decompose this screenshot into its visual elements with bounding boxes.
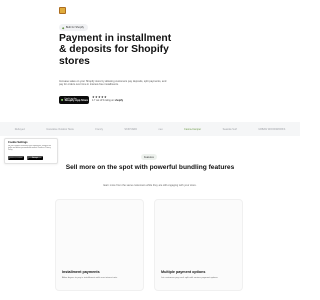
app-rating: ★★★★★ 4.7 out of 5 rating on shopify bbox=[92, 96, 123, 103]
rating-caption: 4.7 out of 5 rating on shopify bbox=[92, 99, 123, 102]
partner-logo: Rebuyed bbox=[14, 127, 25, 131]
features-badge: Features bbox=[141, 154, 157, 160]
shopify-wordmark: shopify bbox=[114, 99, 124, 102]
badge-label: Built for Shopify bbox=[65, 26, 84, 29]
partner-logo: Seaside Surf bbox=[222, 127, 237, 131]
partner-logos-band: Rebuyed Innovative Outdoor Store Frenzy … bbox=[0, 122, 300, 136]
partner-logo: Frenzy bbox=[95, 127, 103, 131]
brand-logo[interactable] bbox=[59, 7, 66, 14]
features-title: Sell more on the spot with powerful bund… bbox=[65, 164, 235, 171]
shopify-bag-icon: ◆ bbox=[62, 25, 65, 30]
partner-logo: Canna-Camper bbox=[184, 127, 202, 131]
rating-caption-text: 4.7 out of 5 rating on bbox=[92, 99, 114, 102]
feature-card-payment-options: Multiple payment options Let customers p… bbox=[154, 199, 243, 291]
partner-logo: Innovative Outdoor Store bbox=[46, 127, 74, 131]
feature-card-description: Allow buyers to pay in installments with… bbox=[62, 277, 118, 279]
store-button-text: Find it on the Shopify App Store bbox=[65, 98, 88, 103]
hero-title: Payment in installment & deposits for Sh… bbox=[59, 33, 172, 67]
cookie-accept-button[interactable]: Accept bbox=[27, 156, 43, 160]
cookie-text: We use cookies to enhance your experienc… bbox=[8, 145, 52, 152]
partner-logo: URBAN WOODWORKS bbox=[258, 127, 286, 131]
feature-card-description: Let customers pay each split with variou… bbox=[161, 277, 219, 279]
cookie-title: Cookie Settings bbox=[8, 141, 28, 144]
cookie-reject-button[interactable]: Reject bbox=[8, 156, 24, 160]
feature-card-title: Installment payments bbox=[62, 270, 100, 274]
shopify-bag-icon: ■ bbox=[61, 98, 64, 102]
partner-logo: neo bbox=[158, 127, 163, 131]
shopify-app-store-button[interactable]: ■ Find it on the Shopify App Store bbox=[59, 96, 89, 104]
feature-card-installments: Installment payments Allow buyers to pay… bbox=[55, 199, 144, 291]
cookie-banner: Cookie Settings We use cookies to enhanc… bbox=[4, 138, 58, 164]
features-subtitle: Earn more from the same customers while … bbox=[103, 184, 197, 187]
feature-card-title: Multiple payment options bbox=[161, 270, 206, 274]
store-button-main-text: Shopify App Store bbox=[64, 99, 89, 102]
partner-logo: SKINYARD bbox=[124, 127, 138, 131]
hero-description: Increase sales on your Shopify store by … bbox=[59, 80, 167, 87]
cookie-buttons: Reject Accept bbox=[8, 156, 54, 160]
built-for-shopify-badge: ◆ Built for Shopify bbox=[59, 24, 88, 31]
